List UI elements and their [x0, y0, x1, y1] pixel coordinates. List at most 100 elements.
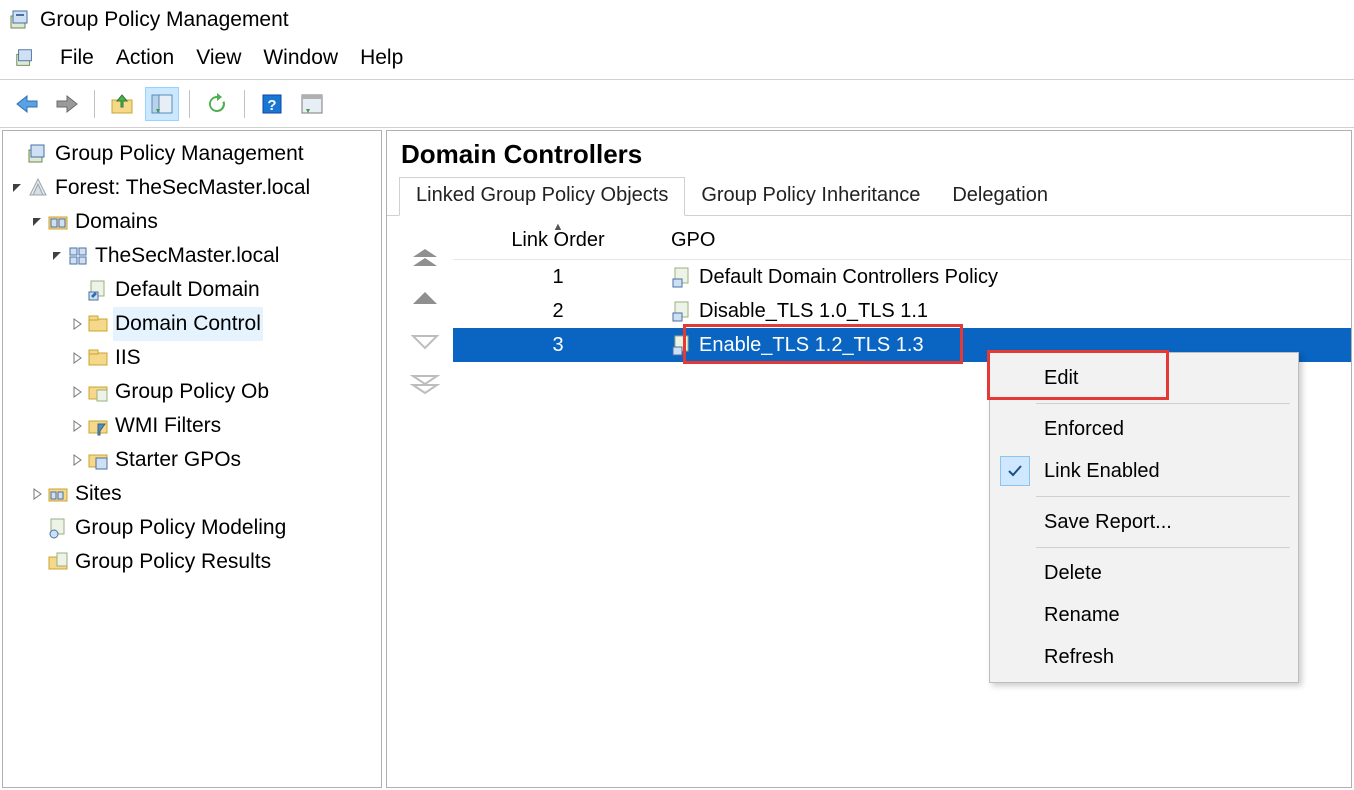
forest-icon	[27, 177, 49, 199]
ctx-separator	[1036, 547, 1290, 548]
sort-asc-icon: ▲	[553, 221, 564, 233]
detail-heading: Domain Controllers	[387, 131, 1351, 176]
tree-sites[interactable]: Sites	[7, 477, 381, 511]
nav-back-button[interactable]	[10, 87, 44, 121]
wmi-filter-icon	[87, 415, 109, 437]
menu-action[interactable]: Action	[116, 46, 174, 70]
tab-delegation[interactable]: Delegation	[936, 178, 1064, 215]
svg-text:?: ?	[267, 97, 276, 114]
tab-body: ▲ Link Order GPO 1 Default Domain Contro…	[387, 216, 1351, 787]
gpo-link-icon	[671, 266, 693, 288]
cell-gpo-2: Disable_TLS 1.0_TLS 1.1	[699, 300, 928, 323]
tree-gpo-objects-label: Group Policy Ob	[113, 375, 271, 410]
ctx-rename[interactable]: Rename	[992, 594, 1296, 636]
twisty-expanded-icon[interactable]	[47, 246, 67, 266]
move-down-button[interactable]	[410, 332, 440, 354]
tree-forest-label: Forest: TheSecMaster.local	[53, 171, 312, 206]
twisty-expanded-icon[interactable]	[27, 212, 47, 232]
cell-gpo-3: Enable_TLS 1.2_TLS 1.3	[699, 334, 924, 357]
tree-domain-label: TheSecMaster.local	[93, 239, 281, 274]
menu-window[interactable]: Window	[263, 46, 338, 70]
move-up-button[interactable]	[410, 290, 440, 312]
tree-results-label: Group Policy Results	[73, 545, 273, 580]
ctx-edit[interactable]: Edit	[992, 357, 1296, 399]
menu-view[interactable]: View	[196, 46, 241, 70]
help-button[interactable]: ?	[255, 87, 289, 121]
twisty-collapsed-icon[interactable]	[67, 416, 87, 436]
title-bar: Group Policy Management	[0, 0, 1354, 40]
tree-wmi-filters[interactable]: WMI Filters	[7, 409, 381, 443]
grid-header: ▲ Link Order GPO	[453, 222, 1351, 260]
twisty-collapsed-icon[interactable]	[27, 484, 47, 504]
check-icon	[1000, 456, 1030, 486]
tree-sites-label: Sites	[73, 477, 124, 512]
tree-domain[interactable]: TheSecMaster.local	[7, 239, 381, 273]
tree-root[interactable]: Group Policy Management	[7, 137, 381, 171]
tree-panel: Group Policy Management Forest: TheSecMa…	[2, 130, 382, 788]
gpo-grid: ▲ Link Order GPO 1 Default Domain Contro…	[453, 222, 1351, 362]
detail-panel: Domain Controllers Linked Group Policy O…	[386, 130, 1352, 788]
col-gpo[interactable]: GPO	[663, 229, 1351, 252]
sites-icon	[47, 483, 69, 505]
tree-wmi-label: WMI Filters	[113, 409, 223, 444]
gpm-tree-icon	[27, 143, 49, 165]
domain-icon	[67, 245, 89, 267]
tree-dc-label: Domain Control	[113, 307, 263, 342]
up-folder-button[interactable]	[105, 87, 139, 121]
toolbar-separator	[94, 90, 95, 118]
tab-linked-gpos[interactable]: Linked Group Policy Objects	[399, 177, 685, 216]
tree-results[interactable]: Group Policy Results	[7, 545, 381, 579]
move-top-button[interactable]	[410, 248, 440, 270]
gpo-link-icon	[671, 300, 693, 322]
new-window-button[interactable]	[295, 87, 329, 121]
gpo-link-icon	[671, 334, 693, 356]
menu-file[interactable]: File	[60, 46, 94, 70]
ctx-refresh[interactable]: Refresh	[992, 636, 1296, 678]
cell-order-3: 3	[453, 334, 663, 357]
cell-order-2: 2	[453, 300, 663, 323]
gpo-container-icon	[87, 381, 109, 403]
menu-help[interactable]: Help	[360, 46, 403, 70]
gpo-link-icon	[87, 279, 109, 301]
tree-modeling[interactable]: Group Policy Modeling	[7, 511, 381, 545]
tree-domain-controllers[interactable]: Domain Control	[7, 307, 381, 341]
tree-starter-label: Starter GPOs	[113, 443, 243, 478]
col-link-order[interactable]: ▲ Link Order	[453, 229, 663, 252]
twisty-collapsed-icon[interactable]	[67, 450, 87, 470]
tab-strip: Linked Group Policy Objects Group Policy…	[387, 176, 1351, 216]
refresh-button[interactable]	[200, 87, 234, 121]
ctx-link-enabled[interactable]: Link Enabled	[992, 450, 1296, 492]
ctx-enforced[interactable]: Enforced	[992, 408, 1296, 450]
move-bottom-button[interactable]	[410, 374, 440, 396]
toolbar-separator-3	[244, 90, 245, 118]
tree-default-domain[interactable]: Default Domain	[7, 273, 381, 307]
grid-row-1[interactable]: 1 Default Domain Controllers Policy	[453, 260, 1351, 294]
tree-domains[interactable]: Domains	[7, 205, 381, 239]
grid-row-2[interactable]: 2 Disable_TLS 1.0_TLS 1.1	[453, 294, 1351, 328]
cell-order-1: 1	[453, 266, 663, 289]
ctx-delete[interactable]: Delete	[992, 552, 1296, 594]
modeling-icon	[47, 517, 69, 539]
twisty-collapsed-icon[interactable]	[67, 382, 87, 402]
show-tree-button[interactable]	[145, 87, 179, 121]
tree-forest[interactable]: Forest: TheSecMaster.local	[7, 171, 381, 205]
tree: Group Policy Management Forest: TheSecMa…	[3, 131, 381, 579]
main-area: Group Policy Management Forest: TheSecMa…	[0, 128, 1354, 790]
tree-iis[interactable]: IIS	[7, 341, 381, 375]
twisty-collapsed-icon[interactable]	[67, 348, 87, 368]
ou-icon	[87, 347, 109, 369]
ctx-separator	[1036, 496, 1290, 497]
tree-iis-label: IIS	[113, 341, 143, 376]
tab-inheritance[interactable]: Group Policy Inheritance	[685, 178, 936, 215]
tree-gpo-objects[interactable]: Group Policy Ob	[7, 375, 381, 409]
nav-forward-button[interactable]	[50, 87, 84, 121]
ctx-save-report[interactable]: Save Report...	[992, 501, 1296, 543]
context-menu: Edit Enforced Link Enabled Save Report..…	[989, 352, 1299, 683]
twisty-collapsed-icon[interactable]	[67, 314, 87, 334]
tree-starter-gpos[interactable]: Starter GPOs	[7, 443, 381, 477]
reorder-buttons	[405, 248, 445, 396]
twisty-expanded-icon[interactable]	[7, 178, 27, 198]
ou-icon	[87, 313, 109, 335]
toolbar-separator-2	[189, 90, 190, 118]
cell-gpo-1: Default Domain Controllers Policy	[699, 266, 998, 289]
